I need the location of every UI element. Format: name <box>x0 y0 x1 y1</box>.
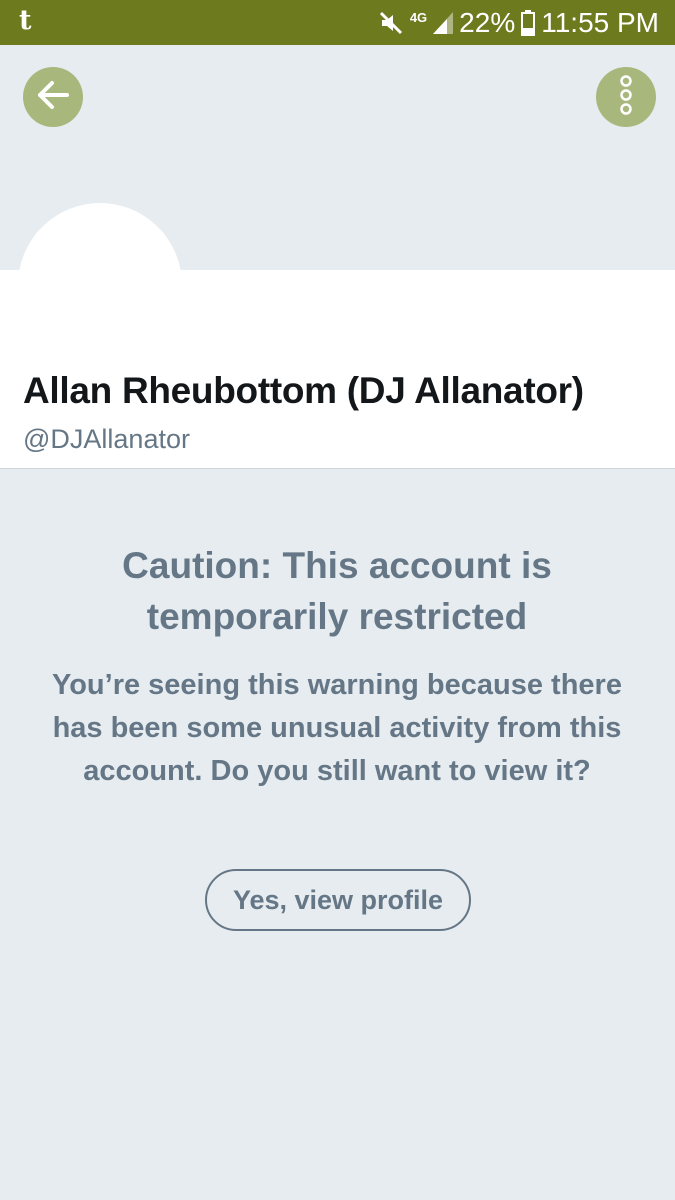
battery-icon <box>521 9 536 36</box>
signal-icon <box>433 11 454 34</box>
avatar[interactable] <box>18 203 182 367</box>
more-options-button[interactable] <box>596 67 656 127</box>
warning-body: You’re seeing this warning because there… <box>52 669 622 787</box>
status-bar: t 4G 22% 11:55 PM <box>0 0 675 45</box>
back-button[interactable] <box>23 67 83 127</box>
tumblr-notification-icon: t <box>19 5 32 36</box>
clock: 11:55 PM <box>541 7 659 38</box>
network-4g-icon: 4G <box>409 10 428 25</box>
vertical-dots-icon <box>618 74 634 120</box>
arrow-left-icon <box>36 80 70 115</box>
profile-handle: @DJAllanator <box>23 424 190 454</box>
status-indicators: 4G 22% 11:55 PM <box>378 0 659 45</box>
battery-percent: 22% <box>459 7 516 38</box>
mute-icon <box>378 10 404 36</box>
warning-title: Caution: This account is temporarily res… <box>122 545 552 637</box>
profile-display-name: Allan Rheubottom (DJ Allanator) <box>23 370 584 411</box>
view-profile-button[interactable]: Yes, view profile <box>205 869 471 931</box>
